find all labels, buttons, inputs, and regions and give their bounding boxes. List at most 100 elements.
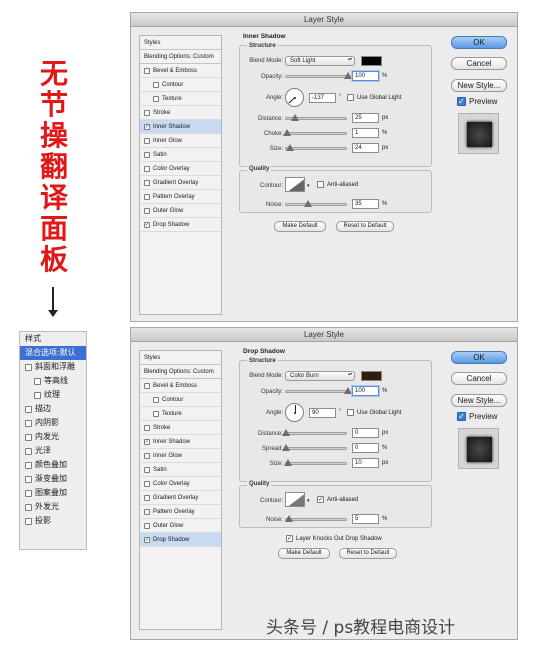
preview-checkbox[interactable]: ✓ Preview — [457, 97, 497, 106]
ok-button[interactable]: OK — [451, 351, 507, 364]
checkbox-icon[interactable] — [25, 363, 32, 371]
style-item[interactable]: Color Overlay — [140, 162, 221, 176]
checkbox-icon[interactable] — [347, 94, 354, 101]
opacity-slider[interactable] — [285, 387, 352, 394]
size-input[interactable]: 24 — [352, 143, 379, 153]
angle-input[interactable]: 90 — [309, 408, 336, 418]
style-item[interactable]: Inner Glow — [140, 449, 221, 463]
style-item[interactable]: ✓ Drop Shadow — [140, 218, 221, 232]
checkmark-icon[interactable]: ✓ — [144, 123, 150, 130]
checkbox-icon[interactable] — [153, 81, 159, 88]
make-default-button[interactable]: Make Default — [278, 548, 330, 559]
checkbox-icon[interactable] — [144, 165, 150, 172]
checkmark-icon[interactable]: ✓ — [457, 97, 466, 106]
checkbox-icon[interactable] — [144, 494, 150, 501]
anti-aliased-checkbox[interactable]: ✓ Anti-aliased — [317, 496, 358, 503]
spread-slider-thumb[interactable] — [282, 444, 290, 451]
knocks-out-checkbox[interactable]: ✓ Layer Knocks Out Drop Shadow — [286, 535, 382, 542]
noise-slider-thumb[interactable] — [303, 200, 312, 207]
checkmark-icon[interactable]: ✓ — [317, 496, 324, 503]
styles-header[interactable]: Styles — [140, 36, 221, 50]
opacity-input[interactable]: 100 — [352, 386, 379, 396]
style-item[interactable]: Outer Glow — [140, 519, 221, 533]
cn-style-item[interactable]: 颜色叠加 — [20, 458, 86, 472]
use-global-light-checkbox[interactable]: Use Global Light — [347, 94, 401, 101]
shadow-color-swatch[interactable] — [361, 371, 382, 381]
style-item[interactable]: Pattern Overlay — [140, 190, 221, 204]
anti-aliased-checkbox[interactable]: Anti-aliased — [317, 181, 358, 188]
style-item[interactable]: Contour — [140, 78, 221, 92]
noise-slider-thumb[interactable] — [285, 515, 294, 522]
checkmark-icon[interactable]: ✓ — [457, 412, 466, 421]
contour-picker[interactable] — [285, 492, 305, 507]
style-item[interactable]: Satin — [140, 148, 221, 162]
distance-input[interactable]: 25 — [352, 113, 379, 123]
chevron-down-icon[interactable]: ▾ — [307, 183, 310, 189]
checkbox-icon[interactable] — [25, 419, 32, 427]
checkbox-icon[interactable] — [25, 475, 32, 483]
checkmark-icon[interactable]: ✓ — [286, 535, 293, 542]
cn-style-item[interactable]: 纹理 — [20, 388, 86, 402]
noise-input[interactable]: 35 — [352, 199, 379, 209]
choke-slider[interactable] — [282, 129, 347, 136]
cn-style-item[interactable]: 渐变叠加 — [20, 472, 86, 486]
reset-to-default-button[interactable]: Reset to Default — [339, 548, 397, 559]
style-item[interactable]: Stroke — [140, 421, 221, 435]
checkbox-icon[interactable] — [25, 517, 32, 525]
angle-dial[interactable] — [285, 88, 304, 107]
spread-slider[interactable] — [282, 444, 347, 451]
choke-slider-thumb[interactable] — [282, 129, 291, 136]
checkbox-icon[interactable] — [347, 409, 354, 416]
checkbox-icon[interactable] — [317, 181, 324, 188]
style-item[interactable]: ✓ Inner Shadow — [140, 120, 221, 134]
distance-slider[interactable] — [285, 114, 347, 121]
noise-input[interactable]: 5 — [352, 514, 379, 524]
style-item[interactable]: Bevel & Emboss — [140, 379, 221, 393]
checkmark-icon[interactable]: ✓ — [144, 438, 150, 445]
opacity-slider-thumb[interactable] — [344, 387, 352, 394]
checkbox-icon[interactable] — [34, 391, 41, 399]
styles-header[interactable]: Styles — [140, 351, 221, 365]
checkbox-icon[interactable] — [144, 151, 150, 158]
checkbox-icon[interactable] — [153, 95, 159, 102]
cn-style-item[interactable]: 描边 — [20, 402, 86, 416]
reset-to-default-button[interactable]: Reset to Default — [336, 221, 394, 232]
angle-input[interactable]: -137 — [309, 93, 336, 103]
style-item[interactable]: Bevel & Emboss — [140, 64, 221, 78]
spread-input[interactable]: 0 — [352, 443, 379, 453]
opacity-input[interactable]: 100 — [352, 71, 379, 81]
checkbox-icon[interactable] — [34, 377, 41, 385]
cn-style-item[interactable]: 外发光 — [20, 500, 86, 514]
checkbox-icon[interactable] — [144, 109, 150, 116]
checkbox-icon[interactable] — [25, 405, 32, 413]
noise-slider[interactable] — [285, 200, 347, 207]
style-item[interactable]: Stroke — [140, 106, 221, 120]
preview-checkbox[interactable]: ✓ Preview — [457, 412, 497, 421]
checkbox-icon[interactable] — [144, 193, 150, 200]
chevron-down-icon[interactable]: ▾ — [307, 498, 310, 504]
checkmark-icon[interactable]: ✓ — [144, 536, 150, 543]
contour-picker[interactable] — [285, 177, 305, 192]
style-item[interactable]: Gradient Overlay — [140, 176, 221, 190]
checkbox-icon[interactable] — [153, 410, 159, 417]
checkbox-icon[interactable] — [144, 382, 150, 389]
checkbox-icon[interactable] — [144, 452, 150, 459]
distance-input[interactable]: 0 — [352, 428, 379, 438]
checkbox-icon[interactable] — [25, 461, 32, 469]
checkmark-icon[interactable]: ✓ — [144, 221, 150, 228]
angle-dial[interactable] — [285, 403, 304, 422]
style-item[interactable]: Satin — [140, 463, 221, 477]
use-global-light-checkbox[interactable]: Use Global Light — [347, 409, 401, 416]
checkbox-icon[interactable] — [144, 466, 150, 473]
checkbox-icon[interactable] — [144, 179, 150, 186]
noise-slider[interactable] — [285, 515, 347, 522]
checkbox-icon[interactable] — [144, 137, 150, 144]
style-item[interactable]: Color Overlay — [140, 477, 221, 491]
checkbox-icon[interactable] — [25, 447, 32, 455]
cancel-button[interactable]: Cancel — [451, 57, 507, 70]
size-slider-thumb[interactable] — [285, 144, 294, 151]
cn-style-item[interactable]: 投影 — [20, 514, 86, 528]
blending-options-item[interactable]: Blending Options: Custom — [140, 365, 221, 379]
checkbox-icon[interactable] — [25, 503, 32, 511]
checkbox-icon[interactable] — [144, 522, 150, 529]
